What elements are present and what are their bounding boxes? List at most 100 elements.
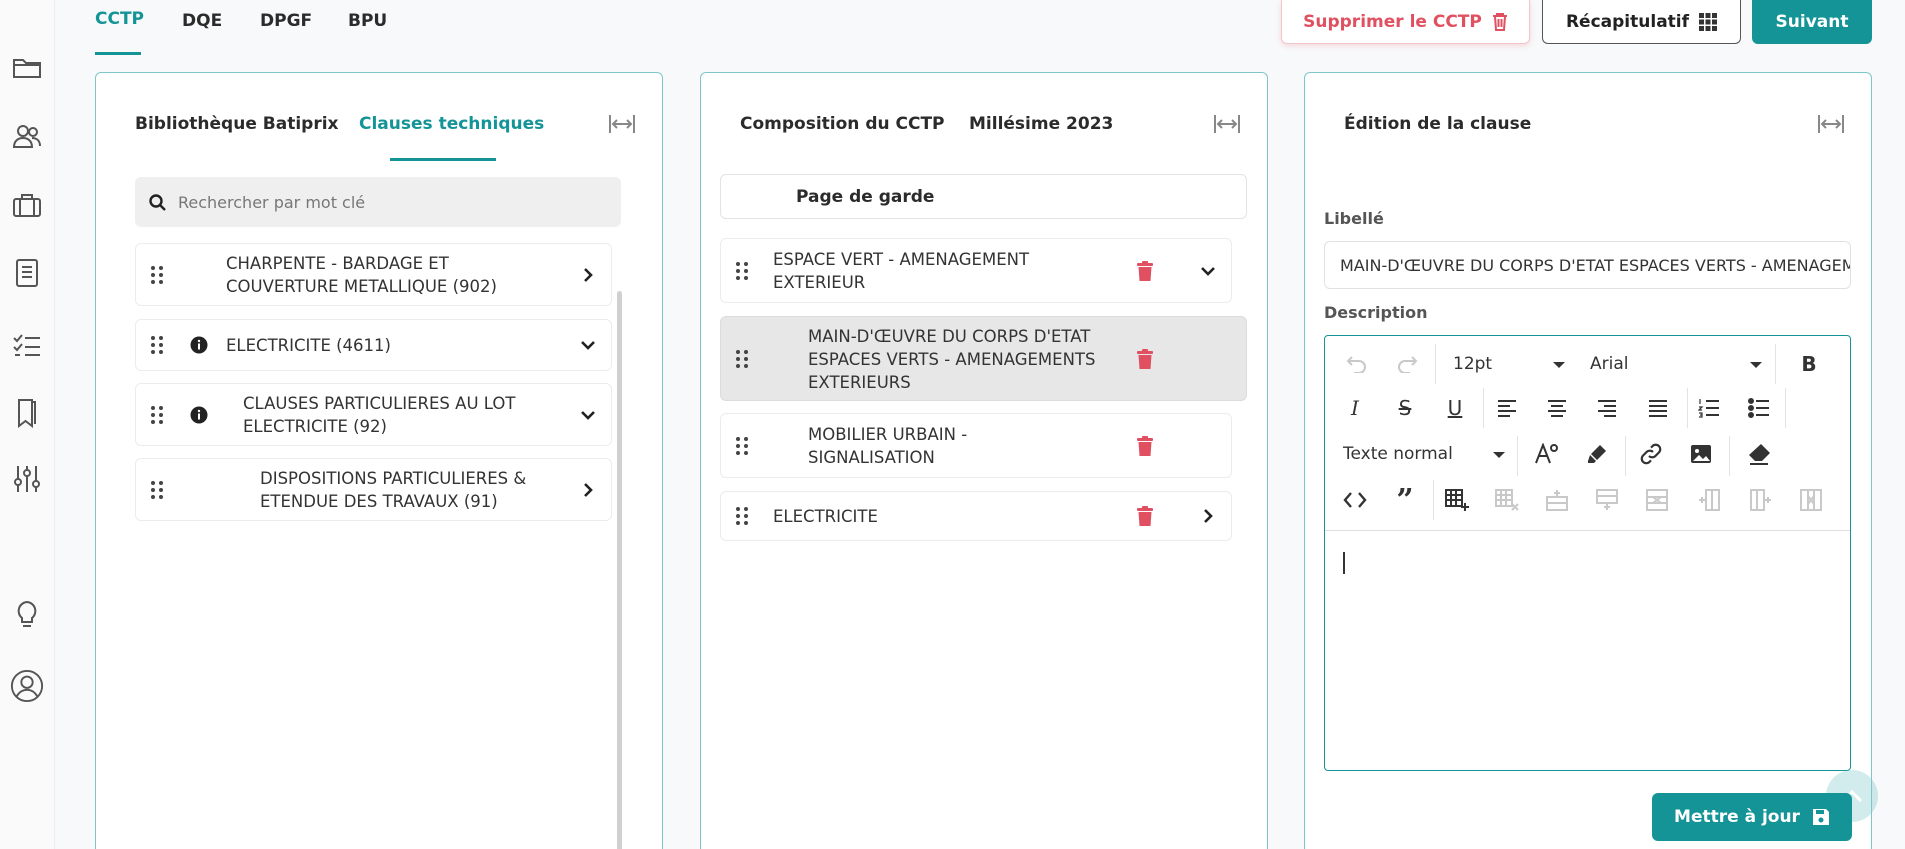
drag-handle-icon[interactable] — [150, 335, 164, 355]
caret-down-icon — [1493, 452, 1505, 458]
list-scrollbar[interactable] — [617, 291, 622, 849]
insert-row-below-icon[interactable] — [1591, 484, 1623, 516]
info-icon[interactable] — [190, 336, 208, 354]
library-item-label: CLAUSES PARTICULIERES AU LOT ELECTRICITE… — [243, 394, 516, 436]
block-format-select[interactable]: Texte normal — [1343, 444, 1505, 464]
edition-title: Édition de la clause — [1344, 114, 1532, 134]
checklist-icon[interactable] — [10, 329, 44, 363]
font-size-select[interactable]: 12pt — [1453, 354, 1565, 374]
insert-row-above-icon[interactable] — [1541, 484, 1573, 516]
toolbar-separator — [1729, 436, 1730, 476]
insert-column-left-icon[interactable] — [1693, 484, 1725, 516]
composition-item-selected[interactable]: MAIN-D'ŒUVRE DU CORPS D'ETAT ESPACES VER… — [720, 316, 1247, 401]
tab-dqe[interactable]: DQE — [182, 11, 222, 31]
drag-handle-icon[interactable] — [150, 265, 164, 285]
delete-row-icon[interactable] — [1641, 484, 1673, 516]
user-profile-icon[interactable] — [10, 669, 44, 703]
font-family-value: Arial — [1590, 354, 1629, 374]
bullet-list-icon[interactable] — [1743, 392, 1775, 424]
align-center-icon[interactable] — [1541, 392, 1573, 424]
font-color-icon[interactable] — [1531, 438, 1563, 470]
image-icon[interactable] — [1685, 438, 1717, 470]
code-icon[interactable] — [1339, 484, 1371, 516]
info-icon[interactable] — [190, 406, 208, 424]
chevron-right-icon[interactable] — [579, 266, 597, 284]
drag-handle-icon[interactable] — [735, 349, 749, 369]
link-icon[interactable] — [1635, 438, 1667, 470]
chevron-down-icon[interactable] — [1199, 262, 1217, 280]
library-item[interactable]: DISPOSITIONS PARTICULIERES & ETENDUE DES… — [135, 458, 612, 521]
block-format-value: Texte normal — [1343, 444, 1453, 464]
library-item[interactable]: CLAUSES PARTICULIERES AU LOT ELECTRICITE… — [135, 383, 612, 446]
folder-icon[interactable] — [10, 50, 44, 84]
composition-item[interactable]: ELECTRICITE — [720, 491, 1232, 541]
expand-width-icon[interactable] — [1213, 113, 1241, 135]
millesime-label: Millésime 2023 — [969, 114, 1114, 134]
tab-bpu[interactable]: BPU — [348, 11, 387, 31]
toolbar-separator — [1625, 436, 1626, 476]
trash-icon[interactable] — [1137, 260, 1153, 281]
delete-cctp-button[interactable]: Supprimer le CCTP — [1281, 0, 1530, 44]
composition-item[interactable]: MOBILIER URBAIN - SIGNALISATION — [720, 413, 1232, 478]
library-panel: Bibliothèque Batiprix Clauses techniques… — [95, 72, 663, 849]
next-button[interactable]: Suivant — [1752, 0, 1872, 44]
delete-table-icon[interactable] — [1491, 484, 1523, 516]
underline-icon[interactable]: U — [1439, 392, 1471, 424]
quote-icon[interactable]: ” — [1389, 483, 1421, 518]
insert-column-right-icon[interactable] — [1745, 484, 1777, 516]
font-family-select[interactable]: Arial — [1590, 354, 1762, 374]
tab-bibliotheque-batiprix[interactable]: Bibliothèque Batiprix — [135, 114, 339, 134]
drag-handle-icon[interactable] — [735, 261, 749, 281]
trash-icon[interactable] — [1137, 348, 1153, 369]
edition-panel: Édition de la clause Libellé MAIN-D'ŒUVR… — [1304, 72, 1872, 849]
bold-icon[interactable]: B — [1793, 348, 1825, 380]
page-de-garde-item[interactable]: Page de garde — [720, 174, 1247, 219]
description-label: Description — [1324, 303, 1428, 322]
bookmark-icon[interactable] — [10, 396, 44, 430]
chevron-down-icon[interactable] — [579, 336, 597, 354]
tab-dpgf[interactable]: DPGF — [260, 11, 312, 31]
update-button[interactable]: Mettre à jour — [1652, 793, 1852, 841]
highlighter-icon[interactable] — [1581, 438, 1613, 470]
recap-label: Récapitulatif — [1565, 11, 1690, 32]
toolbar-separator — [1687, 388, 1688, 428]
numbered-list-icon[interactable] — [1693, 392, 1725, 424]
sliders-icon[interactable] — [10, 462, 44, 496]
drag-handle-icon[interactable] — [150, 480, 164, 500]
insert-table-icon[interactable] — [1441, 484, 1473, 516]
trash-icon[interactable] — [1137, 435, 1153, 456]
font-size-value: 12pt — [1453, 354, 1493, 374]
libelle-field[interactable]: MAIN-D'ŒUVRE DU CORPS D'ETAT ESPACES VER… — [1324, 241, 1851, 289]
composition-item[interactable]: ESPACE VERT - AMENAGEMENT EXTERIEUR — [720, 238, 1232, 303]
redo-icon[interactable] — [1391, 348, 1423, 380]
document-icon[interactable] — [10, 256, 44, 290]
undo-icon[interactable] — [1341, 348, 1373, 380]
drag-handle-icon[interactable] — [735, 436, 749, 456]
align-right-icon[interactable] — [1591, 392, 1623, 424]
chevron-right-icon[interactable] — [1199, 507, 1217, 525]
trash-icon[interactable] — [1137, 506, 1153, 526]
lightbulb-icon[interactable] — [10, 598, 44, 632]
drag-handle-icon[interactable] — [735, 506, 749, 526]
tab-clauses-techniques[interactable]: Clauses techniques — [359, 114, 544, 134]
align-justify-icon[interactable] — [1642, 392, 1674, 424]
delete-column-icon[interactable] — [1795, 484, 1827, 516]
library-item-label: ELECTRICITE (4611) — [226, 336, 391, 355]
users-icon[interactable] — [10, 119, 44, 153]
drag-handle-icon[interactable] — [150, 405, 164, 425]
eraser-icon[interactable] — [1743, 438, 1775, 470]
expand-width-icon[interactable] — [608, 113, 636, 135]
italic-icon[interactable]: I — [1339, 392, 1371, 424]
align-left-icon[interactable] — [1491, 392, 1523, 424]
library-item[interactable]: CHARPENTE - BARDAGE ET COUVERTURE METALL… — [135, 243, 612, 306]
strikethrough-icon[interactable]: S — [1389, 392, 1421, 424]
chevron-down-icon[interactable] — [579, 406, 597, 424]
composition-item-label: ESPACE VERT - AMENAGEMENT EXTERIEUR — [773, 250, 1030, 292]
briefcase-icon[interactable] — [10, 188, 44, 222]
chevron-right-icon[interactable] — [579, 481, 597, 499]
tab-cctp[interactable]: CCTP — [95, 9, 144, 29]
expand-width-icon[interactable] — [1817, 113, 1845, 135]
library-item[interactable]: ELECTRICITE (4611) — [135, 319, 612, 371]
recap-button[interactable]: Récapitulatif — [1542, 0, 1741, 44]
search-input[interactable] — [178, 192, 598, 212]
